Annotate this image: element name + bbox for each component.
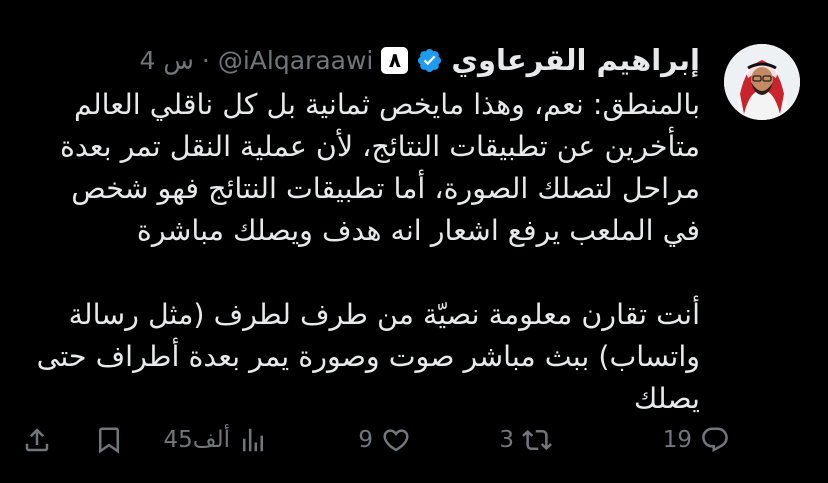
tweet-text-line: مراحل لتصلك الصورة، أما تطبيقات النتائج … (71, 172, 700, 205)
tweet-text-line: يصلك (633, 382, 700, 415)
tweet-text-line: أنت تقارن معلومة نصيّة من طرف لطرف (مثل … (68, 298, 700, 331)
tweet[interactable]: إبراهيم القرعاوي ٨ @iAlqaraawi · 4 س بال… (0, 0, 828, 483)
reply-icon (702, 427, 728, 453)
views-button[interactable]: 45ألف (164, 425, 269, 455)
tweet-header: إبراهيم القرعاوي ٨ @iAlqaraawi · 4 س (140, 40, 700, 80)
tweet-text-line: في الملعب يرفع اشعار انه هدف ويصلك مباشر… (136, 214, 700, 247)
avatar[interactable] (724, 44, 800, 120)
author-name[interactable]: إبراهيم القرعاوي (451, 43, 700, 77)
share-button[interactable] (22, 425, 52, 455)
tweet-text-line: بالمنطق: نعم، وهذا مايخص ثمانية بل كل نا… (74, 88, 700, 121)
like-button[interactable]: 9 (358, 425, 411, 455)
like-icon (383, 429, 409, 452)
retweet-count: 3 (499, 427, 514, 453)
reply-button[interactable]: 19 (663, 425, 730, 455)
views-icon (243, 428, 263, 452)
bookmark-button[interactable] (94, 425, 124, 455)
separator: · (201, 45, 210, 75)
share-icon (25, 428, 49, 452)
bookmark-icon (99, 427, 119, 454)
tweet-body: بالمنطق: نعم، وهذا مايخص ثمانية بل كل نا… (20, 84, 700, 420)
views-count: 45ألف (163, 427, 231, 453)
tweet-text-line: واتساب) ببث مباشر صوت وصورة يمر بعدة أطر… (36, 340, 700, 373)
tweet-text-line: متأخرين عن تطبيقات النتائج، لأن عملية ال… (59, 130, 700, 163)
action-bar: 19 3 9 45ألف (0, 425, 828, 465)
tweet-meta: @iAlqaraawi · 4 س (140, 46, 374, 75)
verified-icon[interactable] (416, 47, 443, 74)
handle[interactable]: @iAlqaraawi (218, 46, 374, 75)
retweet-icon (522, 429, 552, 451)
timestamp[interactable]: 4 س (140, 46, 194, 75)
retweet-button[interactable]: 3 (499, 425, 552, 455)
reply-count: 19 (662, 427, 692, 453)
like-count: 9 (358, 427, 373, 453)
affiliation-badge[interactable]: ٨ (381, 46, 409, 74)
